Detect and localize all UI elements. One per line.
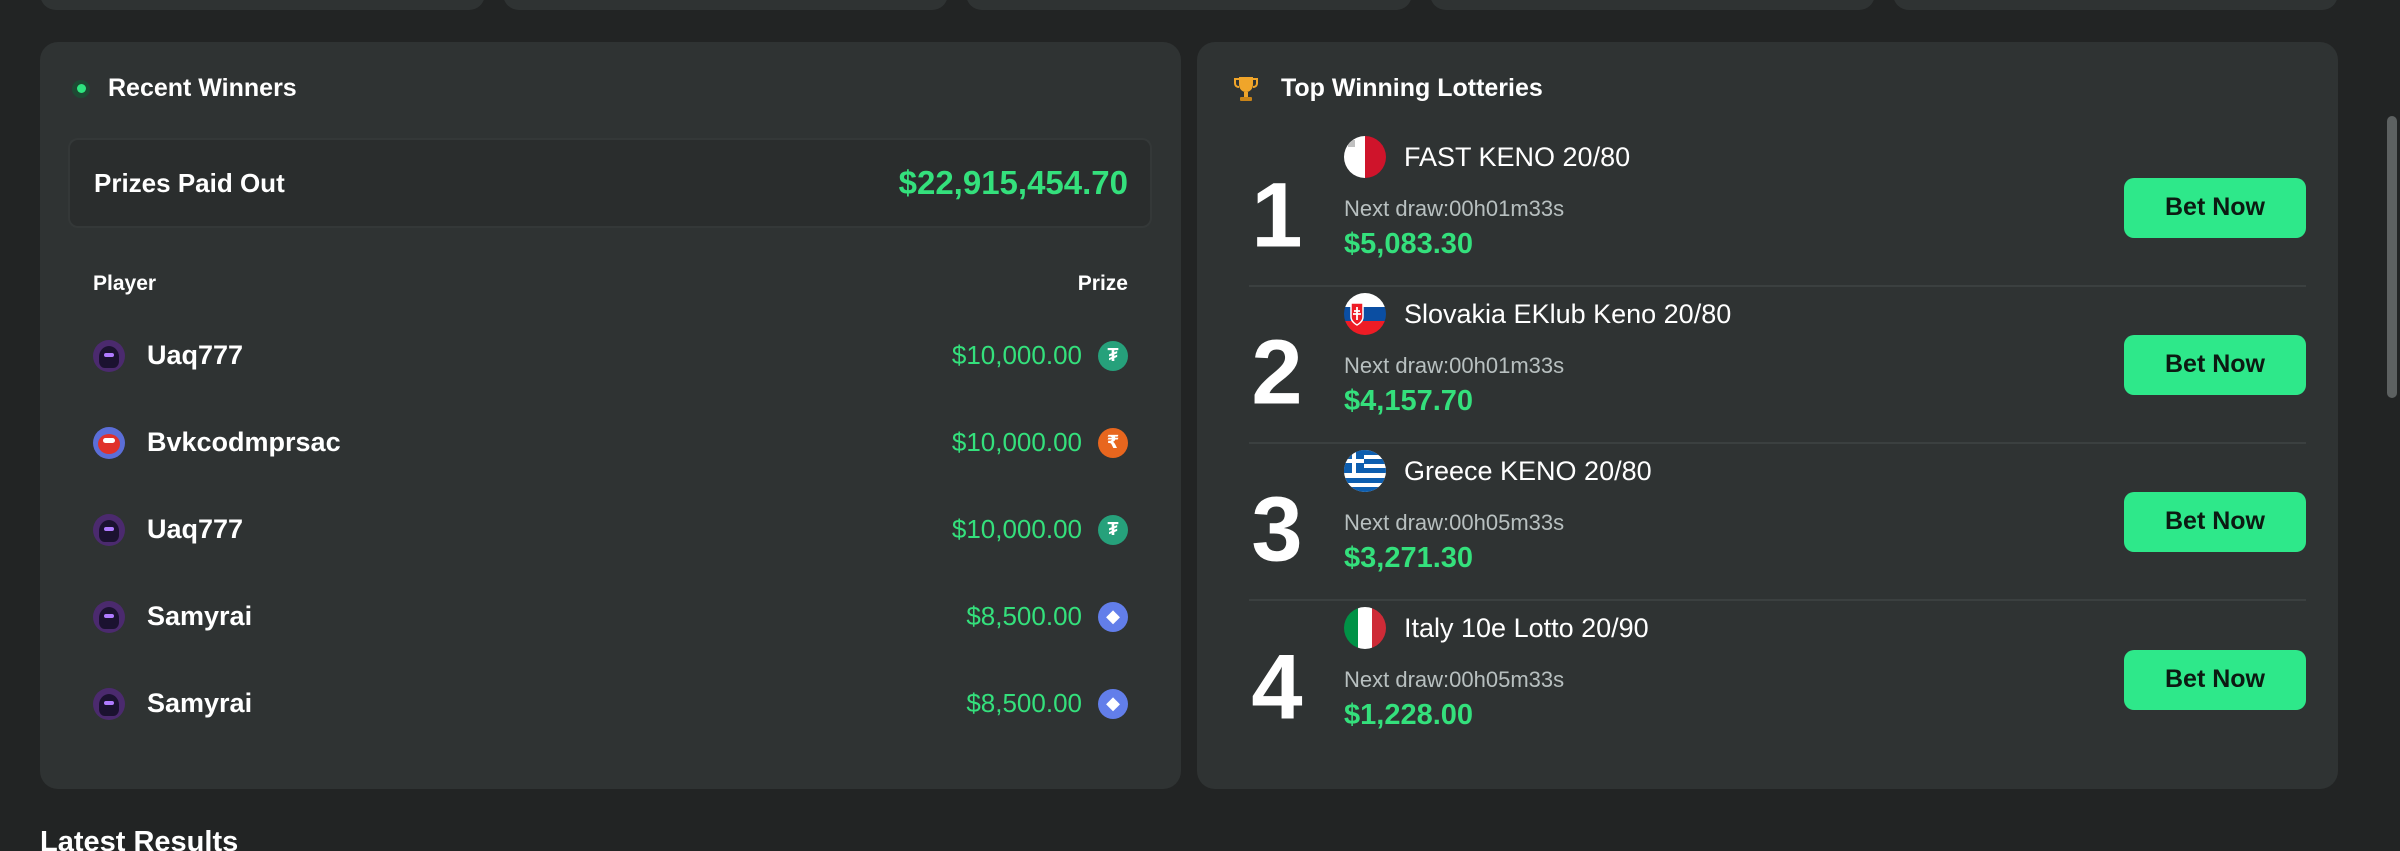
lottery-name[interactable]: FAST KENO 20/80 <box>1404 142 1630 173</box>
avatar <box>93 426 125 459</box>
prizes-paid-out-box: Prizes Paid Out $22,915,454.70 <box>68 138 1152 228</box>
lottery-row: 3 Greece KENO 20/80 Next draw:00h05m33s … <box>1249 444 2306 601</box>
live-dot-icon <box>72 79 90 98</box>
avatar <box>93 339 125 372</box>
top-lotteries-header: Top Winning Lotteries <box>1233 74 1543 103</box>
winner-player-name: Bvkcodmprsac <box>147 427 341 457</box>
page-scrollbar[interactable] <box>2384 0 2400 851</box>
stat-card <box>1429 0 1875 10</box>
winner-player-name: Uaq777 <box>147 514 244 544</box>
lottery-rank: 3 <box>1251 477 1303 580</box>
winner-row[interactable]: Samyrai $8,500.00 ◆ <box>93 573 1128 660</box>
top-lotteries-title: Top Winning Lotteries <box>1281 74 1543 102</box>
winner-player-name: Uaq777 <box>147 340 244 370</box>
prizes-paid-out-label: Prizes Paid Out <box>94 167 285 198</box>
next-draw-countdown: Next draw:00h05m33s <box>1344 667 1565 692</box>
lottery-name[interactable]: Italy 10e Lotto 20/90 <box>1404 613 1649 644</box>
recent-winners-title: Recent Winners <box>108 74 297 102</box>
bet-now-button[interactable]: Bet Now <box>2124 491 2306 552</box>
stat-card <box>966 0 1412 10</box>
winners-list: Uaq777 $10,000.00 ₮ Bvkcodmprsac $10,000… <box>93 339 1128 787</box>
player-column-header: Player <box>93 272 157 295</box>
next-draw-countdown: Next draw:00h01m33s <box>1344 353 1565 378</box>
winner-prize-amount: $10,000.00 <box>951 514 1082 544</box>
winner-prize-amount: $8,500.00 <box>966 601 1082 631</box>
winner-prize-amount: $10,000.00 <box>951 340 1082 370</box>
next-draw-countdown: Next draw:00h05m33s <box>1344 510 1565 535</box>
avatar <box>93 513 125 546</box>
top-stat-cards <box>40 0 2339 10</box>
italy-flag-icon <box>1344 607 1386 649</box>
lottery-rank: 1 <box>1251 163 1303 266</box>
trophy-icon <box>1234 76 1258 101</box>
ethereum-icon: ◆ <box>1098 688 1128 719</box>
winner-row[interactable]: Uaq777 $10,000.00 ₮ <box>93 486 1128 573</box>
recent-winners-panel: Recent Winners Prizes Paid Out $22,915,4… <box>40 42 1181 789</box>
lottery-row: 2 Slovakia EKlub Keno 20/80 Next draw:00… <box>1249 287 2306 444</box>
winner-player-name: Samyrai <box>147 601 253 631</box>
next-draw-countdown: Next draw:00h01m33s <box>1344 196 1565 221</box>
latest-results-title: Latest Results <box>40 826 239 851</box>
lottery-jackpot: $4,157.70 <box>1344 385 1474 417</box>
tether-icon: ₮ <box>1098 514 1128 545</box>
greece-flag-icon <box>1344 450 1386 492</box>
bet-now-button[interactable]: Bet Now <box>2124 649 2306 710</box>
recent-winners-header: Recent Winners <box>72 74 297 103</box>
lottery-jackpot: $5,083.30 <box>1344 228 1474 260</box>
stat-card <box>1892 0 2339 10</box>
lottery-row: 1 FAST KENO 20/80 Next draw:00h01m33s $5… <box>1249 130 2306 287</box>
rupee-icon: ₹ <box>1098 427 1128 458</box>
lottery-jackpot: $3,271.30 <box>1344 542 1474 574</box>
bet-now-button[interactable]: Bet Now <box>2124 177 2306 238</box>
lottery-jackpot: $1,228.00 <box>1344 699 1474 731</box>
stat-card <box>503 0 949 10</box>
winner-row[interactable]: Bvkcodmprsac $10,000.00 ₹ <box>93 399 1128 486</box>
winner-prize-amount: $8,500.00 <box>966 688 1082 718</box>
lottery-name[interactable]: Greece KENO 20/80 <box>1404 456 1652 487</box>
lottery-list: 1 FAST KENO 20/80 Next draw:00h01m33s $5… <box>1249 130 2306 758</box>
stat-card <box>40 0 486 10</box>
top-lotteries-panel: Top Winning Lotteries 1 FAST KENO 20/80 … <box>1197 42 2338 789</box>
prizes-paid-out-value: $22,915,454.70 <box>898 164 1128 201</box>
slovakia-flag-icon <box>1344 293 1386 335</box>
winner-row[interactable]: Samyrai $8,500.00 ◆ <box>93 660 1128 747</box>
tether-icon: ₮ <box>1098 340 1128 371</box>
malta-flag-icon <box>1344 136 1386 178</box>
avatar <box>93 687 125 720</box>
lottery-row: 4 Italy 10e Lotto 20/90 Next draw:00h05m… <box>1249 601 2306 758</box>
winner-player-name: Samyrai <box>147 688 253 718</box>
lottery-name[interactable]: Slovakia EKlub Keno 20/80 <box>1404 299 1731 330</box>
ethereum-icon: ◆ <box>1098 601 1128 632</box>
lottery-rank: 4 <box>1251 635 1303 738</box>
winners-table-header: Player Prize <box>93 272 1128 296</box>
bet-now-button[interactable]: Bet Now <box>2124 334 2306 395</box>
prize-column-header: Prize <box>1077 272 1128 295</box>
scrollbar-thumb[interactable] <box>2387 116 2397 398</box>
winner-row[interactable]: Uaq777 $10,000.00 ₮ <box>93 312 1128 399</box>
winner-prize-amount: $10,000.00 <box>951 427 1082 457</box>
lottery-rank: 2 <box>1251 320 1303 423</box>
avatar <box>93 600 125 633</box>
